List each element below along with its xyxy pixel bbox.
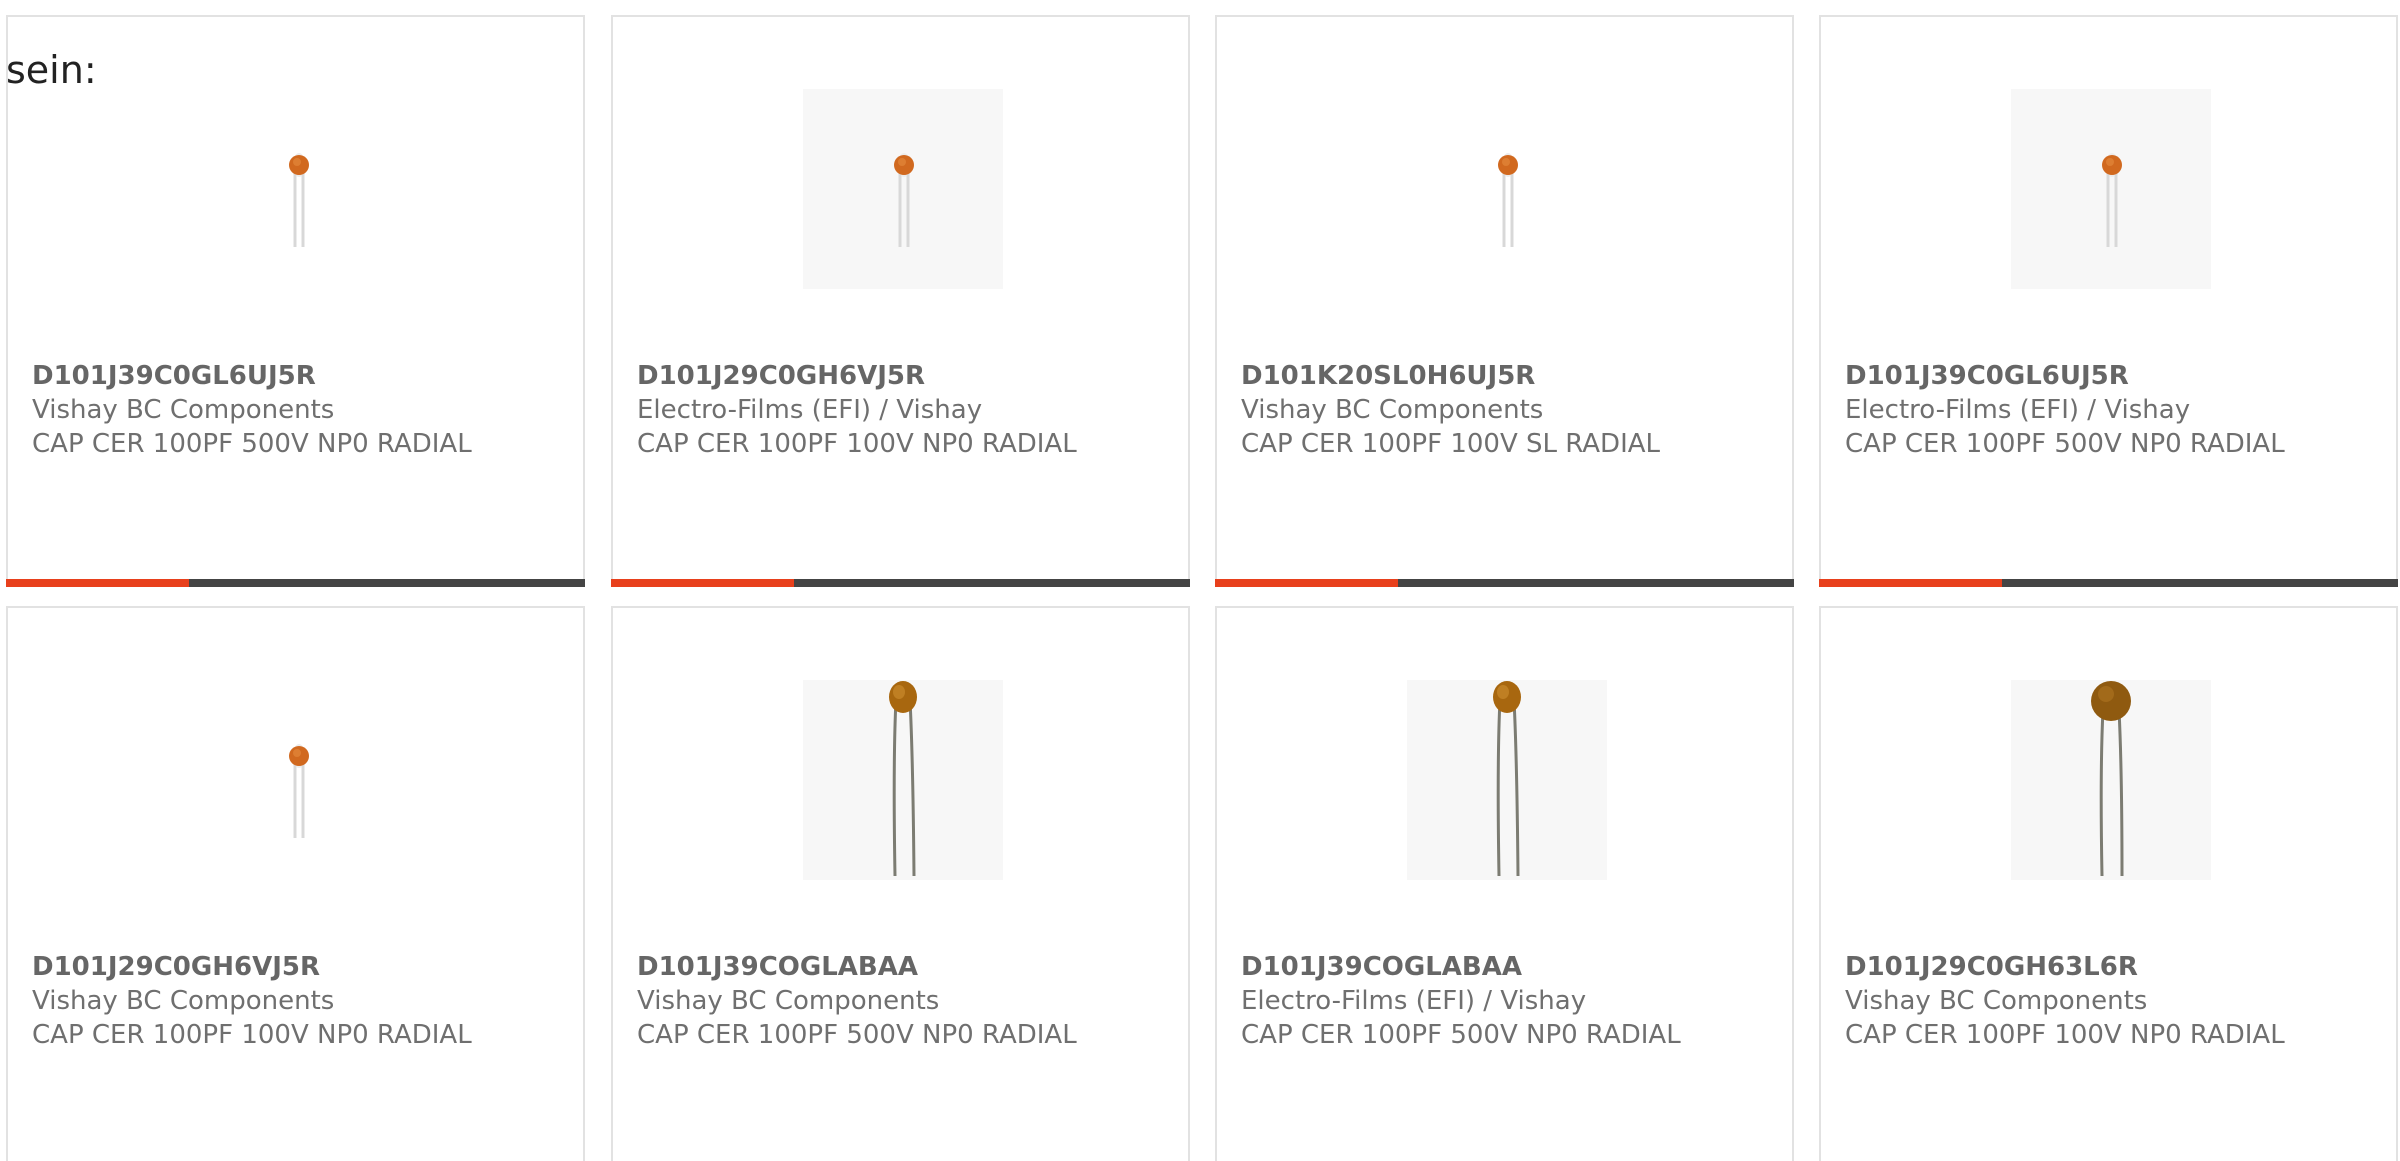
card-accent: [611, 579, 794, 587]
product-info: D101J29C0GH6VJ5R Vishay BC Components CA…: [32, 950, 563, 1052]
product-card[interactable]: D101K20SL0H6UJ5R Vishay BC Components CA…: [1215, 15, 1794, 587]
part-number[interactable]: D101J29C0GH6VJ5R: [32, 950, 563, 984]
product-description: CAP CER 100PF 500V NP0 RADIAL: [1241, 1020, 1681, 1050]
product-description: CAP CER 100PF 500V NP0 RADIAL: [637, 1020, 1077, 1050]
manufacturer: Vishay BC Components: [637, 986, 940, 1016]
part-number[interactable]: D101J39COGLABAA: [637, 950, 1168, 984]
manufacturer: Vishay BC Components: [1241, 395, 1544, 425]
product-card[interactable]: D101J39COGLABAA Vishay BC Components CAP…: [611, 606, 1190, 1161]
product-card[interactable]: D101J29C0GH6VJ5R Electro-Films (EFI) / V…: [611, 15, 1190, 587]
product-info: D101J39C0GL6UJ5R Vishay BC Components CA…: [32, 359, 563, 461]
product-card[interactable]: D101J39C0GL6UJ5R Electro-Films (EFI) / V…: [1819, 15, 2398, 587]
product-description: CAP CER 100PF 100V SL RADIAL: [1241, 429, 1661, 459]
card-accent: [1819, 579, 2002, 587]
product-info: D101J29C0GH6VJ5R Electro-Films (EFI) / V…: [637, 359, 1168, 461]
intro-text: sein:: [6, 48, 97, 92]
manufacturer: Vishay BC Components: [1845, 986, 2148, 1016]
product-info: D101J39COGLABAA Vishay BC Components CAP…: [637, 950, 1168, 1052]
product-description: CAP CER 100PF 100V NP0 RADIAL: [32, 1020, 472, 1050]
manufacturer: Electro-Films (EFI) / Vishay: [1241, 986, 1587, 1016]
capacitor-icon: [1407, 89, 1607, 289]
product-card[interactable]: D101J39COGLABAA Electro-Films (EFI) / Vi…: [1215, 606, 1794, 1161]
product-grid: D101J39C0GL6UJ5R Vishay BC Components CA…: [0, 0, 2400, 1161]
part-number[interactable]: D101J29C0GH6VJ5R: [637, 359, 1168, 393]
product-card[interactable]: D101J29C0GH63L6R Vishay BC Components CA…: [1819, 606, 2398, 1161]
part-number[interactable]: D101K20SL0H6UJ5R: [1241, 359, 1772, 393]
capacitor-icon: [1407, 680, 1607, 880]
part-number[interactable]: D101J39C0GL6UJ5R: [1845, 359, 2376, 393]
product-description: CAP CER 100PF 100V NP0 RADIAL: [637, 429, 1077, 459]
card-footer-bar: [6, 579, 585, 587]
product-description: CAP CER 100PF 100V NP0 RADIAL: [1845, 1020, 2285, 1050]
product-info: D101J39C0GL6UJ5R Electro-Films (EFI) / V…: [1845, 359, 2376, 461]
capacitor-icon: [2011, 680, 2211, 880]
capacitor-icon: [198, 89, 398, 289]
manufacturer: Electro-Films (EFI) / Vishay: [1845, 395, 2191, 425]
product-card[interactable]: D101J39C0GL6UJ5R Vishay BC Components CA…: [6, 15, 585, 587]
capacitor-icon: [198, 680, 398, 880]
part-number[interactable]: D101J39C0GL6UJ5R: [32, 359, 563, 393]
manufacturer: Vishay BC Components: [32, 986, 335, 1016]
card-footer-bar: [611, 579, 1190, 587]
card-footer-bar: [1215, 579, 1794, 587]
capacitor-icon: [2011, 89, 2211, 289]
card-accent: [1215, 579, 1398, 587]
product-description: CAP CER 100PF 500V NP0 RADIAL: [1845, 429, 2285, 459]
product-description: CAP CER 100PF 500V NP0 RADIAL: [32, 429, 472, 459]
capacitor-icon: [803, 89, 1003, 289]
manufacturer: Vishay BC Components: [32, 395, 335, 425]
part-number[interactable]: D101J39COGLABAA: [1241, 950, 1772, 984]
product-info: D101J29C0GH63L6R Vishay BC Components CA…: [1845, 950, 2376, 1052]
capacitor-icon: [803, 680, 1003, 880]
manufacturer: Electro-Films (EFI) / Vishay: [637, 395, 983, 425]
card-footer-bar: [1819, 579, 2398, 587]
part-number[interactable]: D101J29C0GH63L6R: [1845, 950, 2376, 984]
card-accent: [6, 579, 189, 587]
product-info: D101K20SL0H6UJ5R Vishay BC Components CA…: [1241, 359, 1772, 461]
product-info: D101J39COGLABAA Electro-Films (EFI) / Vi…: [1241, 950, 1772, 1052]
product-card[interactable]: D101J29C0GH6VJ5R Vishay BC Components CA…: [6, 606, 585, 1161]
